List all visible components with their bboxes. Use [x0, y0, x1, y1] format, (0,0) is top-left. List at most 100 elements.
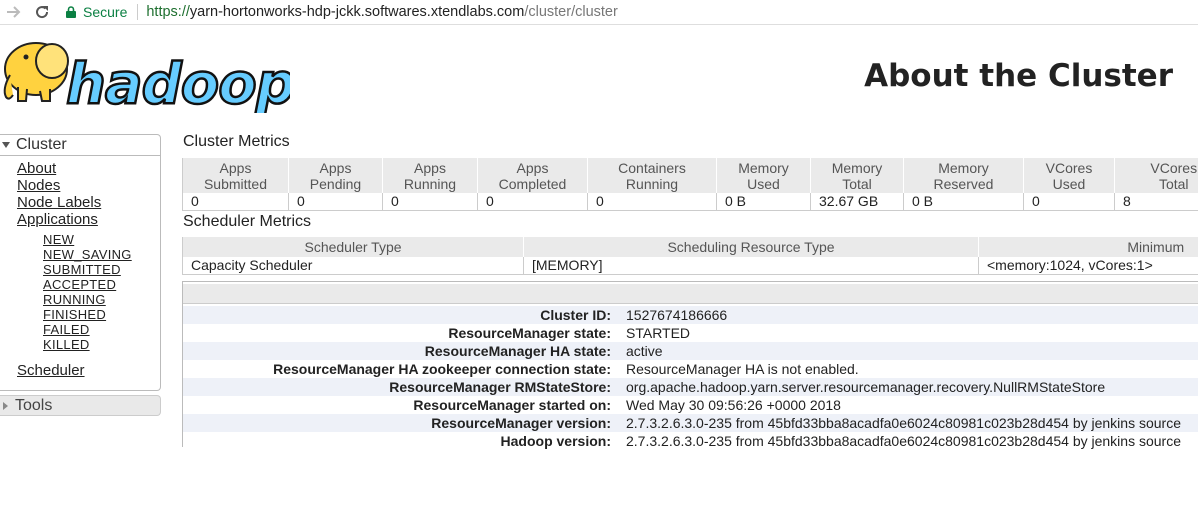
tools-nav-header[interactable]: Tools [0, 395, 161, 416]
column-header[interactable]: Scheduling Resource Type [523, 237, 979, 257]
table-cell: <memory:1024, vCores:1> [978, 257, 1198, 275]
nav-link-applications[interactable]: Applications [17, 211, 98, 228]
cluster-metrics-container: Apps Submitted Apps Pending Apps Running Ap… [182, 158, 1198, 212]
column-header[interactable]: VCores Used [1023, 158, 1115, 193]
table-cell: 0 [182, 193, 289, 211]
column-header[interactable]: Containers Running [587, 158, 717, 193]
nav-link-scheduler[interactable]: Scheduler [17, 362, 85, 379]
info-value: ResourceManager HA is not enabled. [626, 361, 859, 377]
hadoop-logo[interactable]: hadoop [0, 37, 297, 118]
info-label: ResourceManager started on: [413, 397, 611, 413]
info-label: ResourceManager HA state: [424, 343, 611, 359]
cluster-nav-panel: Cluster About Nodes Node Labels Applicat… [0, 134, 161, 391]
address-bar[interactable]: https://yarn-hortonworks-hdp-jckk.softwa… [146, 4, 617, 20]
info-label: ResourceManager version: [431, 415, 611, 431]
table-header-row: Apps Submitted Apps Pending Apps Running Ap… [182, 158, 1198, 193]
info-row-rm-statestore: ResourceManager RMStateStore: org.apache… [183, 378, 1198, 396]
nav-link-app-accepted[interactable]: ACCEPTED [43, 277, 116, 292]
info-value: 2.7.3.2.6.3.0-235 from 45bfd33bba8acadfa… [626, 433, 1181, 449]
column-header[interactable]: VCores Total [1114, 158, 1198, 193]
url-scheme: https:// [146, 4, 190, 20]
nav-link-app-killed[interactable]: KILLED [43, 337, 90, 352]
table-cell: 32.67 GB [810, 193, 904, 211]
cluster-info-panel: Cluster ID: 1527674186666 ResourceManage… [182, 281, 1198, 450]
info-label: ResourceManager HA zookeeper connection … [273, 361, 611, 377]
info-row-rm-version: ResourceManager version: 2.7.3.2.6.3.0-2… [183, 414, 1198, 432]
table-cell: 0 B [903, 193, 1024, 211]
info-value: 2.7.3.2.6.3.0-235 from 45bfd33bba8acadfa… [626, 415, 1181, 431]
browser-toolbar: Secure https://yarn-hortonworks-hdp-jckk… [0, 0, 1198, 25]
info-row-rm-ha-zk-state: ResourceManager HA zookeeper connection … [183, 360, 1198, 378]
nav-link-app-finished[interactable]: FINISHED [43, 307, 106, 322]
url-path: /cluster/cluster [524, 4, 618, 20]
nav-link-about[interactable]: About [17, 160, 56, 177]
nav-link-app-new-saving[interactable]: NEW_SAVING [43, 247, 132, 262]
table-cell: 0 [477, 193, 588, 211]
column-header[interactable]: Apps Running [382, 158, 478, 193]
column-header[interactable]: Memory Total [810, 158, 904, 193]
column-header[interactable]: Apps Submitted [182, 158, 289, 193]
triangle-right-icon [3, 401, 8, 410]
url-divider [137, 4, 139, 20]
cluster-nav-label: Cluster [16, 136, 67, 153]
hadoop-logo-text: hadoop [66, 52, 290, 113]
table-cell: 8 [1114, 193, 1198, 211]
reload-icon [36, 6, 49, 19]
cluster-metrics-table: Apps Submitted Apps Pending Apps Running Ap… [182, 158, 1198, 211]
info-value: 1527674186666 [626, 307, 728, 323]
table-cell: Capacity Scheduler [182, 257, 524, 275]
secure-label: Secure [83, 4, 128, 20]
nav-link-app-new[interactable]: NEW [43, 232, 74, 247]
cluster-nav-header[interactable]: Cluster [0, 135, 160, 156]
reload-button[interactable] [28, 0, 56, 25]
column-header[interactable]: Memory Reserved [903, 158, 1024, 193]
scheduler-metrics-container: Scheduler Type Scheduling Resource Type … [182, 237, 1198, 277]
tools-nav-label: Tools [15, 396, 53, 414]
table-cell: 0 B [716, 193, 811, 211]
table-cell: 0 [1023, 193, 1115, 211]
forward-button[interactable] [0, 0, 28, 25]
column-header[interactable]: Memory Used [716, 158, 811, 193]
page-title: About the Cluster [864, 58, 1173, 94]
cluster-metrics-title: Cluster Metrics [183, 133, 290, 150]
info-value: Wed May 30 09:56:26 +0000 2018 [626, 397, 841, 413]
nav-link-app-submitted[interactable]: SUBMITTED [43, 262, 121, 277]
column-header[interactable]: Apps Pending [288, 158, 383, 193]
info-row-cluster-id: Cluster ID: 1527674186666 [183, 306, 1198, 324]
table-cell: [MEMORY] [523, 257, 979, 275]
nav-link-app-running[interactable]: RUNNING [43, 292, 106, 307]
secure-indicator[interactable]: Secure [66, 4, 127, 20]
info-value: STARTED [626, 325, 691, 341]
column-header[interactable]: Minimum [978, 237, 1198, 257]
nav-link-app-failed[interactable]: FAILED [43, 322, 90, 337]
table-row: 0 0 0 0 0 0 B 32.67 GB 0 B 0 8 [182, 193, 1198, 211]
table-cell: 0 [288, 193, 383, 211]
info-label: ResourceManager state: [448, 325, 611, 341]
column-header[interactable]: Apps Completed [477, 158, 588, 193]
arrow-right-icon [7, 6, 21, 18]
table-cell: 0 [587, 193, 717, 211]
triangle-down-icon [2, 142, 10, 148]
scheduler-metrics-title: Scheduler Metrics [183, 213, 312, 230]
url-host: yarn-hortonworks-hdp-jckk.softwares.xten… [189, 4, 525, 20]
nav-link-node-labels[interactable]: Node Labels [17, 194, 101, 211]
info-label: Hadoop version: [500, 433, 611, 449]
table-cell: 0 [382, 193, 478, 211]
info-label: ResourceManager RMStateStore: [389, 379, 611, 395]
cluster-info-list: Cluster ID: 1527674186666 ResourceManage… [183, 306, 1198, 450]
info-row-rm-started-on: ResourceManager started on: Wed May 30 0… [183, 396, 1198, 414]
info-row-rm-state: ResourceManager state: STARTED [183, 324, 1198, 342]
info-value: active [626, 343, 663, 359]
nav-link-nodes[interactable]: Nodes [17, 177, 60, 194]
lock-icon [66, 6, 76, 18]
info-row-rm-ha-state: ResourceManager HA state: active [183, 342, 1198, 360]
info-value: org.apache.hadoop.yarn.server.resourcema… [626, 379, 1106, 395]
info-label: Cluster ID: [540, 307, 611, 323]
hadoop-elephant-logo-icon: hadoop [3, 42, 297, 118]
cluster-info-header [183, 284, 1198, 304]
info-row-hadoop-version: Hadoop version: 2.7.3.2.6.3.0-235 from 4… [183, 432, 1198, 450]
table-header-row: Scheduler Type Scheduling Resource Type … [182, 237, 1198, 257]
column-header[interactable]: Scheduler Type [182, 237, 524, 257]
table-row: Capacity Scheduler [MEMORY] <memory:1024… [182, 257, 1198, 275]
scheduler-metrics-table: Scheduler Type Scheduling Resource Type … [182, 237, 1198, 275]
